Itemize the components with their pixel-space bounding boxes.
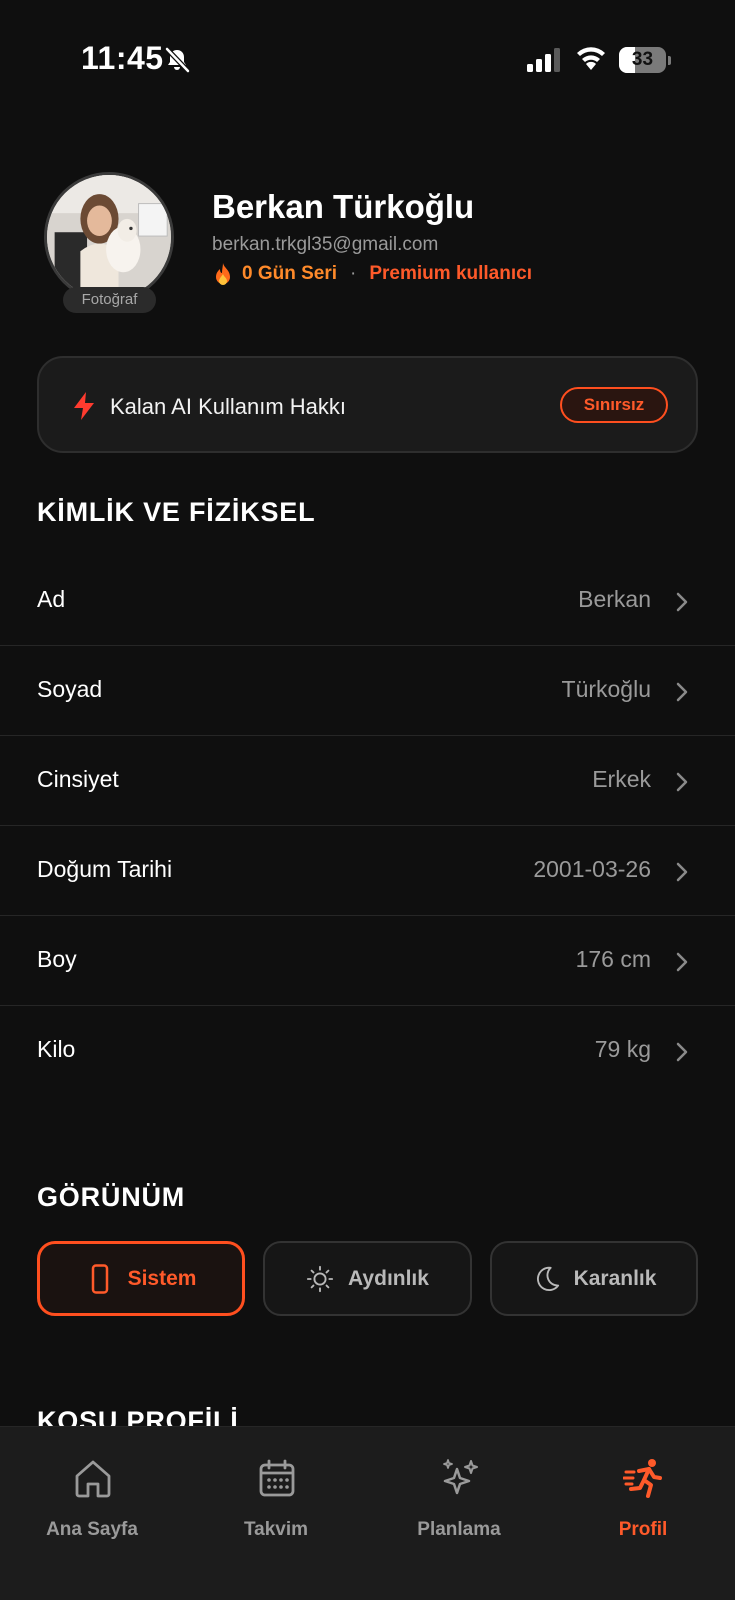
- tab-profile[interactable]: Profil: [551, 1427, 735, 1567]
- signal-icon: [527, 48, 560, 72]
- tab-calendar[interactable]: Takvim: [184, 1427, 368, 1567]
- tab-planning[interactable]: Planlama: [367, 1427, 551, 1567]
- chevron-right-icon: [676, 682, 688, 702]
- avatar[interactable]: [44, 172, 174, 302]
- theme-system-button[interactable]: Sistem: [37, 1241, 245, 1316]
- row-label: Ad: [37, 586, 66, 612]
- battery-icon: 33: [619, 47, 671, 73]
- ai-usage-card[interactable]: Kalan AI Kullanım Hakkı Sınırsız: [37, 356, 698, 453]
- row-value: 176 cm: [575, 946, 651, 972]
- moon-icon: [536, 1266, 559, 1291]
- theme-dark-button[interactable]: Karanlık: [490, 1241, 698, 1316]
- row-label: Doğum Tarihi: [37, 856, 173, 882]
- theme-light-button[interactable]: Aydınlık: [263, 1241, 472, 1316]
- theme-label: Sistem: [127, 1266, 197, 1290]
- tab-label: Profil: [618, 1519, 668, 1540]
- avatar-container[interactable]: Fotoğraf: [44, 172, 176, 313]
- tab-home[interactable]: Ana Sayfa: [0, 1427, 184, 1567]
- membership-badge: Premium kullanıcı: [369, 263, 532, 284]
- bell-slash-icon: [165, 47, 190, 73]
- status-bar: 11:45 33: [0, 0, 735, 120]
- battery-body: 33: [619, 47, 666, 73]
- identity-list: Ad Berkan Soyad Türkoğlu Cinsiyet Erkek …: [0, 556, 735, 1096]
- chevron-right-icon: [676, 1042, 688, 1062]
- bolt-icon: [74, 392, 94, 420]
- chevron-right-icon: [676, 772, 688, 792]
- status-time: 11:45: [81, 40, 164, 76]
- tab-label: Takvim: [243, 1519, 309, 1540]
- row-label: Boy: [37, 946, 77, 972]
- section-title-appearance: GÖRÜNÜM: [37, 1182, 186, 1212]
- phone-icon: [91, 1263, 108, 1294]
- row-label: Kilo: [37, 1036, 76, 1062]
- row-value: Berkan: [578, 586, 651, 612]
- row-first-name[interactable]: Ad Berkan: [0, 556, 735, 646]
- row-value: 79 kg: [594, 1036, 651, 1062]
- row-label: Soyad: [37, 676, 103, 702]
- sun-icon: [306, 1265, 334, 1292]
- calendar-icon: [259, 1459, 295, 1497]
- avatar-photo: [47, 175, 171, 299]
- sparkles-icon: [443, 1459, 478, 1495]
- battery-cap: [668, 56, 671, 65]
- running-icon: [623, 1459, 662, 1498]
- streak-text: 0 Gün Seri: [242, 263, 338, 284]
- row-value: Türkoğlu: [561, 676, 651, 702]
- home-icon: [75, 1460, 111, 1498]
- row-height[interactable]: Boy 176 cm: [0, 916, 735, 1006]
- wifi-icon: [577, 47, 605, 70]
- ai-usage-badge: Sınırsız: [560, 387, 668, 423]
- theme-label: Karanlık: [573, 1266, 657, 1290]
- row-gender[interactable]: Cinsiyet Erkek: [0, 736, 735, 826]
- chevron-right-icon: [676, 592, 688, 612]
- row-birth-date[interactable]: Doğum Tarihi 2001-03-26: [0, 826, 735, 916]
- row-weight[interactable]: Kilo 79 kg: [0, 1006, 735, 1096]
- chevron-right-icon: [676, 952, 688, 972]
- row-last-name[interactable]: Soyad Türkoğlu: [0, 646, 735, 736]
- ai-usage-label: Kalan AI Kullanım Hakkı: [110, 394, 347, 419]
- section-title-identity: KİMLİK VE FİZİKSEL: [37, 497, 316, 527]
- tab-label: Ana Sayfa: [46, 1519, 138, 1540]
- profile-email: berkan.trkgl35@gmail.com: [212, 234, 439, 255]
- meta-separator: ·: [350, 263, 357, 284]
- tab-bar: Ana Sayfa Takvim Planlama Profil: [0, 1426, 735, 1600]
- chevron-right-icon: [676, 862, 688, 882]
- tab-label: Planlama: [417, 1519, 501, 1540]
- profile-meta: 0 Gün Seri · Premium kullanıcı: [212, 262, 532, 286]
- row-value: Erkek: [592, 766, 651, 792]
- battery-percent: 33: [631, 49, 654, 70]
- fire-icon: [216, 263, 230, 285]
- theme-label: Aydınlık: [348, 1266, 429, 1290]
- row-value: 2001-03-26: [533, 856, 651, 882]
- avatar-label[interactable]: Fotoğraf: [63, 287, 156, 313]
- profile-name: Berkan Türkoğlu: [212, 188, 475, 225]
- row-label: Cinsiyet: [37, 766, 119, 792]
